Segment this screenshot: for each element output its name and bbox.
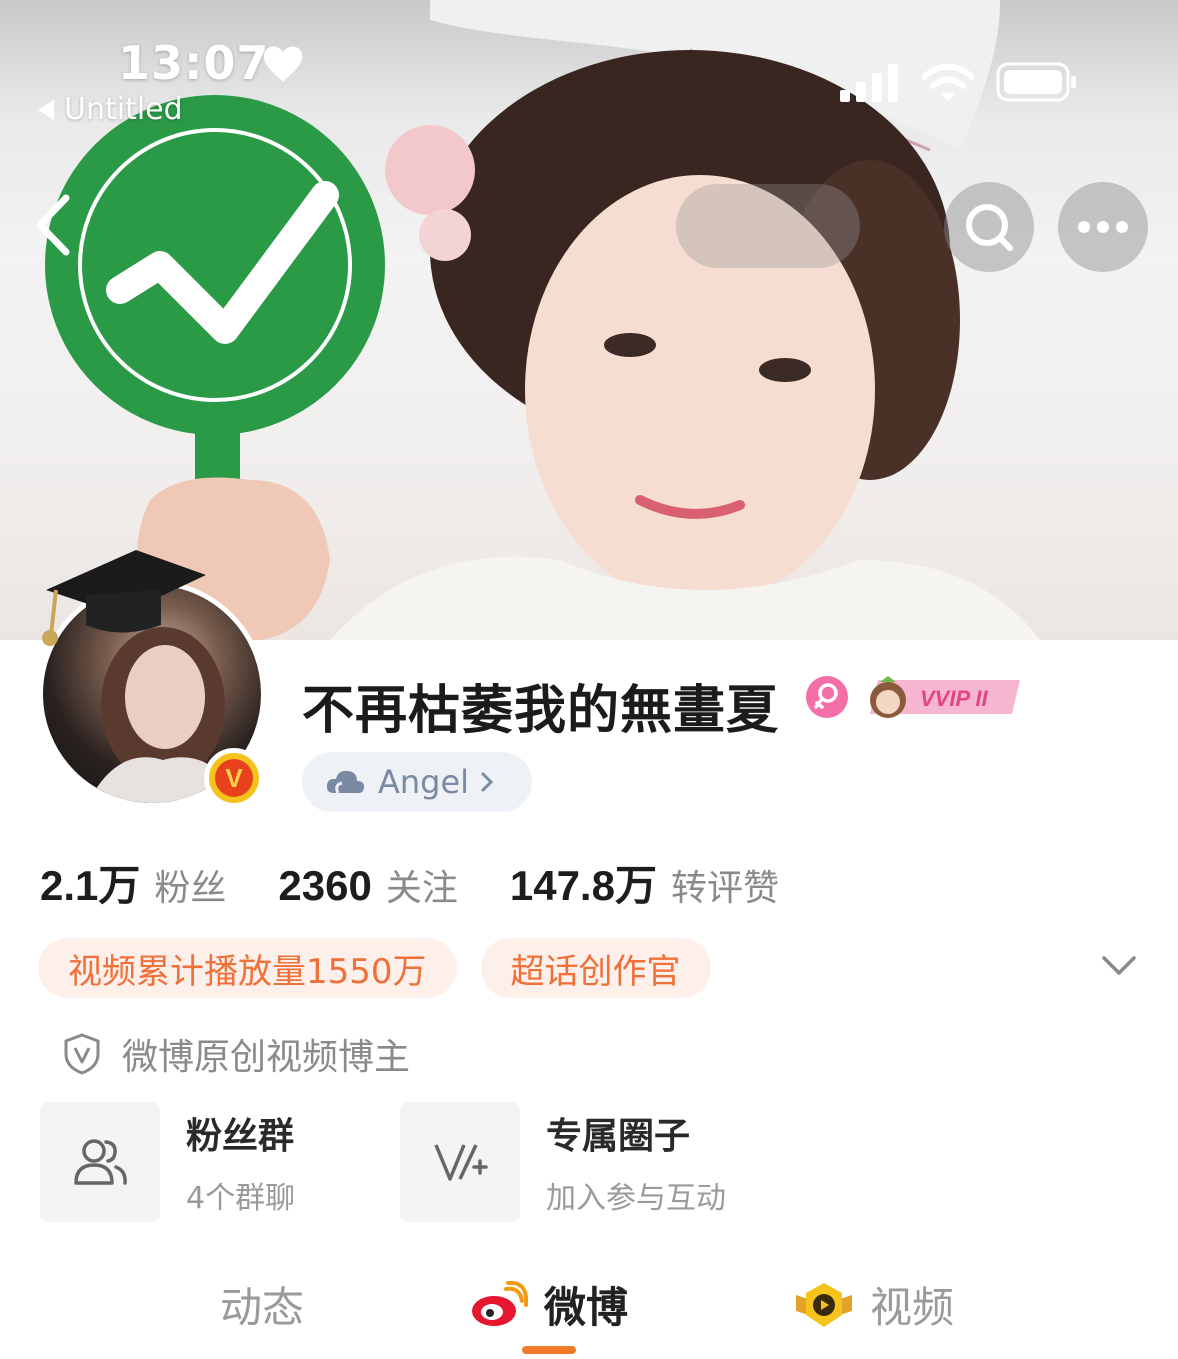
back-app-label: Untitled	[64, 92, 183, 127]
verified-v-icon: V	[215, 759, 253, 797]
stat-following-label: 关注	[385, 868, 458, 909]
graduation-cap-icon	[42, 550, 206, 646]
circle-sub: 加入参与互动	[546, 1181, 726, 1216]
female-icon	[806, 676, 848, 718]
signal-icon	[840, 64, 898, 102]
video-badge-icon	[796, 1282, 852, 1327]
battery-icon	[996, 62, 1076, 102]
stat-following[interactable]: 2360 关注	[278, 859, 457, 911]
stats-row: 2.1万 粉丝 2360 关注 147.8万 转评赞	[40, 852, 831, 913]
chevron-down-icon[interactable]	[1100, 952, 1138, 980]
group-pill[interactable]: Angel	[302, 752, 532, 812]
fan-group-icon-box	[40, 1102, 160, 1222]
more-button[interactable]	[1058, 182, 1148, 272]
tag-video-plays[interactable]: 视频累计播放量1550万	[38, 938, 457, 998]
tab-dongtai-label: 动态	[220, 1283, 305, 1332]
tab-weibo[interactable]: 微博	[470, 1274, 628, 1335]
fan-group-title: 粉丝群	[186, 1116, 295, 1157]
username: 不再枯萎我的無畫夏	[302, 681, 780, 741]
stat-fans[interactable]: 2.1万 粉丝	[40, 852, 226, 913]
certification-row: 微博原创视频博主	[62, 1028, 410, 1080]
cloud-icon	[326, 770, 365, 794]
stat-interactions[interactable]: 147.8万 转评赞	[510, 852, 779, 913]
stat-fans-count: 2.1万	[40, 862, 141, 909]
wifi-icon	[922, 64, 974, 101]
status-icons	[840, 62, 1078, 102]
stat-fans-label: 粉丝	[154, 868, 227, 909]
stat-interactions-count: 147.8万	[509, 862, 657, 909]
shield-v-icon	[64, 1033, 100, 1075]
tags-row: 视频累计播放量1550万 超话创作官	[38, 938, 711, 998]
active-tab-indicator	[522, 1346, 576, 1354]
vvip-badge[interactable]: VVIP II	[862, 674, 1024, 718]
chevron-right-icon	[481, 772, 494, 792]
exclusive-circle-entry[interactable]: 专属圈子 加入参与互动	[400, 1102, 726, 1222]
circle-v-plus-icon	[434, 1144, 488, 1181]
status-back-app[interactable]: Untitled	[38, 92, 183, 127]
circle-icon-box	[400, 1102, 520, 1222]
tab-video[interactable]: 视频	[794, 1274, 954, 1335]
certification-label: 微博原创视频博主	[122, 1037, 411, 1078]
stat-interactions-label: 转评赞	[670, 868, 779, 909]
status-time: 13:07	[118, 36, 270, 90]
more-icon	[1078, 221, 1128, 233]
back-triangle-icon	[38, 99, 54, 120]
fan-group-entry[interactable]: 粉丝群 4个群聊	[40, 1102, 295, 1222]
group-pill-label: Angel	[378, 763, 470, 801]
nav-title-pill	[676, 184, 860, 268]
stat-following-count: 2360	[278, 862, 372, 909]
verified-badge: V	[204, 748, 264, 808]
profile-tabs: 动态 微博 视频	[0, 1264, 1178, 1359]
tag-supertopic-creator[interactable]: 超话创作官	[480, 938, 711, 998]
heart-icon	[263, 46, 303, 82]
back-chevron-icon[interactable]	[28, 190, 78, 260]
circle-title: 专属圈子	[546, 1116, 691, 1157]
search-icon	[966, 204, 1013, 251]
fan-group-sub: 4个群聊	[186, 1181, 296, 1216]
fan-group-icon	[74, 1139, 127, 1185]
search-button[interactable]	[944, 182, 1034, 272]
avatar-wrap[interactable]: V	[26, 540, 276, 810]
vvip-label: VVIP II	[920, 686, 989, 711]
tab-weibo-label: 微博	[544, 1283, 629, 1332]
weibo-logo-icon	[472, 1280, 528, 1326]
tab-video-label: 视频	[870, 1283, 955, 1332]
tab-dongtai[interactable]: 动态	[220, 1274, 304, 1335]
